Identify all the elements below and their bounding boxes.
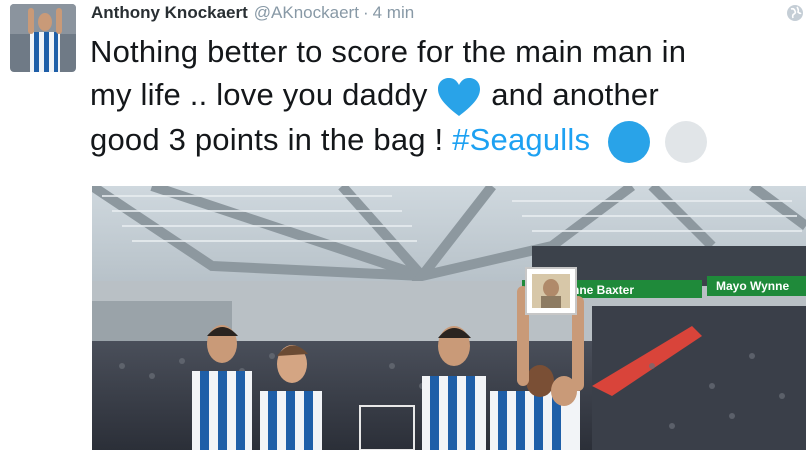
tweet-text: Nothing better to score for the main man… bbox=[90, 30, 802, 164]
tweet-text-line: my life .. love you daddy and another bbox=[90, 73, 802, 118]
tweet-timestamp[interactable]: 4 min bbox=[373, 3, 415, 23]
avatar-photo bbox=[10, 4, 76, 72]
separator-dot: · bbox=[362, 3, 369, 22]
tweet-text-segment: good 3 points in the bag ! bbox=[90, 121, 444, 157]
tweet-text-segment: and another bbox=[491, 77, 659, 112]
white-circle-icon bbox=[664, 120, 707, 163]
banner-text-right: Mayo Wynne bbox=[716, 279, 789, 293]
profile-avatar[interactable] bbox=[10, 4, 76, 72]
blue-heart-icon bbox=[438, 77, 481, 116]
tweet-text-segment: Nothing better to score for the main man… bbox=[90, 34, 687, 69]
display-name[interactable]: Anthony Knockaert bbox=[91, 3, 248, 23]
tweet-text-line: Nothing better to score for the main man… bbox=[90, 30, 802, 73]
banner-text-left: nne Baxter bbox=[572, 283, 634, 297]
tweet-photo[interactable]: nne Baxter Mayo Wynne bbox=[92, 186, 806, 450]
blue-circle-icon bbox=[608, 120, 650, 163]
tweet-text-segment: my life .. love you daddy bbox=[90, 77, 428, 112]
globe-icon[interactable] bbox=[786, 4, 804, 22]
hashtag-link[interactable]: #Seagulls bbox=[452, 122, 590, 157]
tweet-text-line: good 3 points in the bag ! #Seagulls bbox=[90, 118, 802, 164]
tweet-header: Anthony Knockaert @AKnockaert · 4 min bbox=[91, 3, 414, 25]
stadium-photo: nne Baxter Mayo Wynne bbox=[92, 186, 806, 450]
user-handle[interactable]: @AKnockaert bbox=[254, 3, 359, 23]
